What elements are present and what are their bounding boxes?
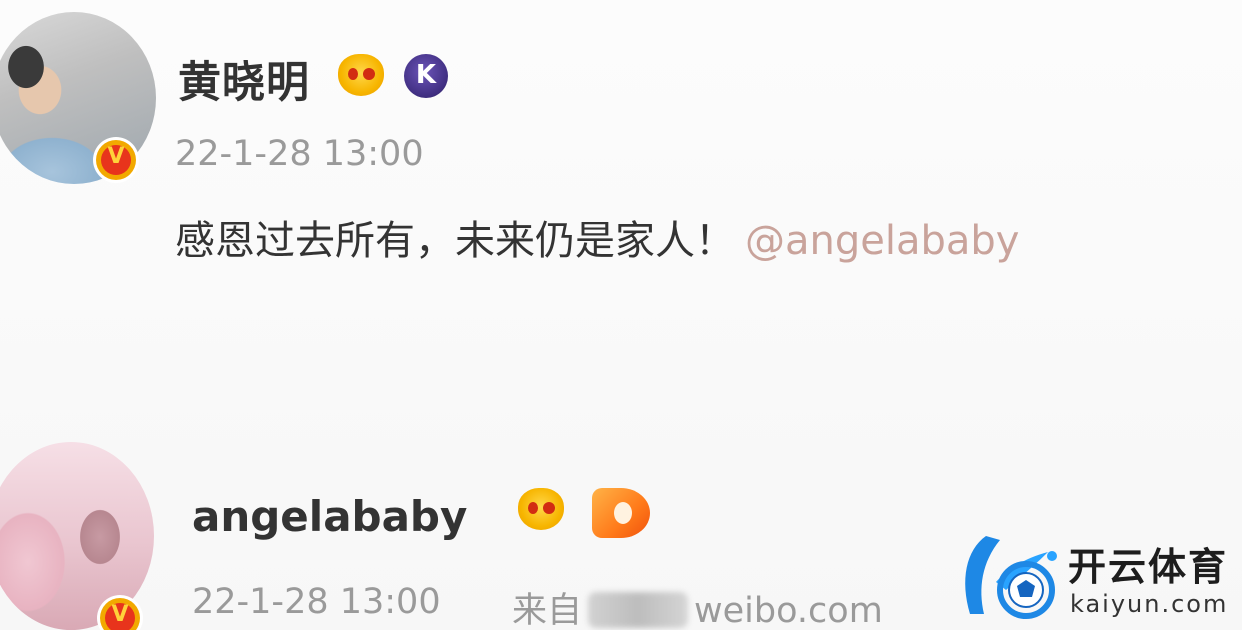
vip-crown-icon	[338, 54, 384, 96]
post-text: 感恩过去所有，未来仍是家人！	[175, 218, 735, 264]
brand-name: 开云体育	[1068, 545, 1229, 589]
vip-crown-icon	[518, 488, 564, 530]
verified-v-icon: V	[100, 598, 140, 630]
username[interactable]: angelababy	[192, 492, 467, 541]
brand-domain: kaiyun.com	[1070, 590, 1229, 618]
mention-link[interactable]: @angelababy	[745, 218, 1019, 264]
brand-logo-icon	[965, 536, 1057, 619]
verified-v-icon: V	[96, 140, 136, 180]
blurred-device-name	[588, 592, 689, 628]
post-timestamp: 22-1-28 13:00	[192, 582, 441, 622]
post-body-text: 感恩过去所有，未来仍是家人！ @angelababy	[175, 208, 1019, 266]
username[interactable]: 黄晓明	[178, 48, 310, 110]
source-prefix: 来自	[512, 591, 583, 630]
post-timestamp: 22-1-28 13:00	[175, 134, 424, 174]
level-badge-icon: K	[404, 54, 448, 98]
weibo-comment-screenshot: V 黄晓明 K 22-1-28 13:00 感恩过去所有，未来仍是家人！ @ang…	[0, 0, 1242, 630]
post-source: 来自 weibo.com	[512, 582, 883, 630]
brand-watermark: 开云体育 kaiyun.com	[952, 528, 1242, 630]
megaphone-icon	[592, 488, 650, 538]
source-link[interactable]: weibo.com	[694, 591, 883, 630]
